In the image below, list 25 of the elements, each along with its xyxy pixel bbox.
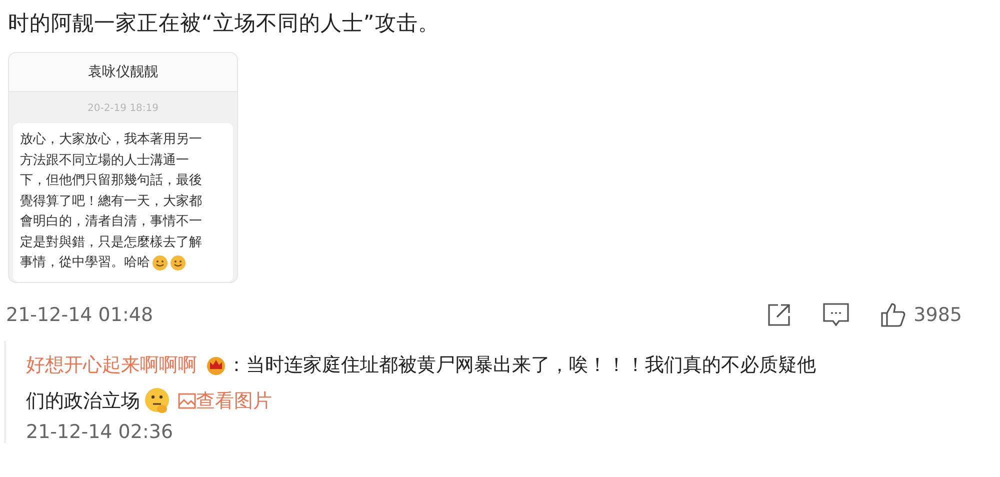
comment-icon[interactable]: [822, 302, 850, 328]
message-text: 覺得算了吧！總有一天，大家都: [20, 192, 202, 210]
message-text: 下，但他們只留那幾句話，最後: [20, 172, 202, 190]
reply-text: ：当时连家庭住址都被黄尸网暴出来了，唉！！！我们真的不必质疑他: [227, 353, 816, 378]
thumbs-up-icon[interactable]: [880, 302, 906, 328]
message-text: 事情，從中學習。哈哈: [20, 254, 150, 272]
message-text: 方法跟不同立場的人士溝通一: [20, 152, 189, 170]
message-timestamp: 20-2-19 18:19: [86, 103, 160, 114]
thinking-emoji-icon: [142, 386, 172, 416]
reply-author[interactable]: 好想开心起来啊啊啊: [26, 347, 197, 383]
share-icon[interactable]: [766, 302, 792, 328]
image-icon: [178, 393, 196, 409]
reply-time: 21-12-14 02:36: [26, 421, 174, 443]
message-text: 定是對與錯，只是怎麼樣去了解: [20, 234, 202, 252]
crown-badge-icon: [205, 354, 227, 376]
reply-text: 们的政治立场: [26, 389, 140, 414]
view-image-link[interactable]: 查看图片: [178, 383, 272, 419]
contact-name: 袁咏仪靓靓: [88, 63, 158, 81]
like-count: 3985: [914, 304, 962, 326]
message-text: 會明白的，清者自清，事情不一: [20, 213, 202, 231]
smiley-emoji-icon: [152, 255, 168, 272]
post-time: 21-12-14 01:48: [6, 304, 154, 326]
smiley-emoji-icon: [170, 255, 186, 272]
message-text: 放心，大家放心，我本著用另一: [20, 131, 202, 149]
post-text: 时的阿靓一家正在被“立场不同的人士”攻击。: [8, 10, 440, 37]
